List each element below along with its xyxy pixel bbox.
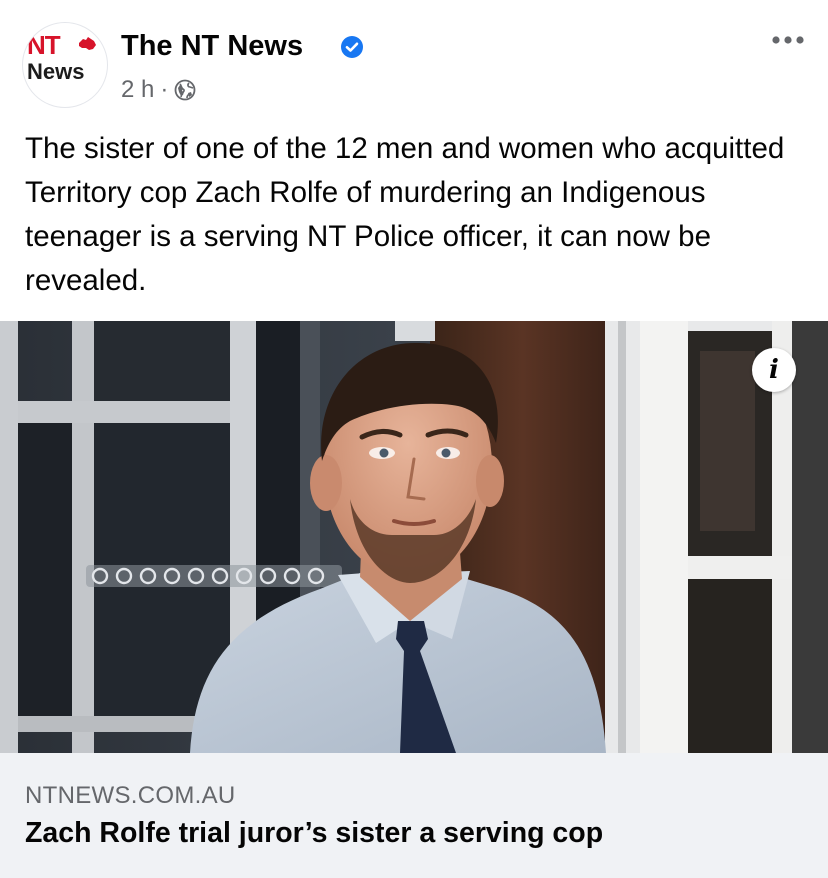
meta-separator: · xyxy=(160,76,169,103)
verified-badge-icon xyxy=(341,36,363,58)
post-message: The sister of one of the 12 men and wome… xyxy=(25,132,785,297)
facebook-post: NT News The NT News 2 h · The sister of … xyxy=(0,0,828,878)
post-header: NT News The NT News 2 h · xyxy=(22,22,828,108)
info-icon: i xyxy=(769,355,779,385)
post-meta: 2 h · xyxy=(121,74,196,106)
globe-icon[interactable] xyxy=(174,79,196,101)
australia-map-icon xyxy=(79,37,96,50)
page-avatar[interactable]: NT News xyxy=(22,22,108,108)
link-preview-card[interactable]: NTNEWS.COM.AU Zach Rolfe trial juror’s s… xyxy=(0,753,828,878)
post-timestamp[interactable]: 2 h xyxy=(121,74,154,106)
window-sign xyxy=(86,565,342,587)
page-name[interactable]: The NT News xyxy=(121,28,303,64)
link-headline[interactable]: Zach Rolfe trial juror’s sister a servin… xyxy=(25,815,603,851)
link-preview-photo[interactable] xyxy=(0,321,828,753)
photo-info-button[interactable]: i xyxy=(752,348,796,392)
logo-text-nt: NT xyxy=(27,30,61,60)
logo-text-news: News xyxy=(27,59,85,84)
man-portrait-photo xyxy=(0,321,828,753)
more-options-icon[interactable] xyxy=(770,32,806,48)
link-domain: NTNEWS.COM.AU xyxy=(25,782,236,809)
